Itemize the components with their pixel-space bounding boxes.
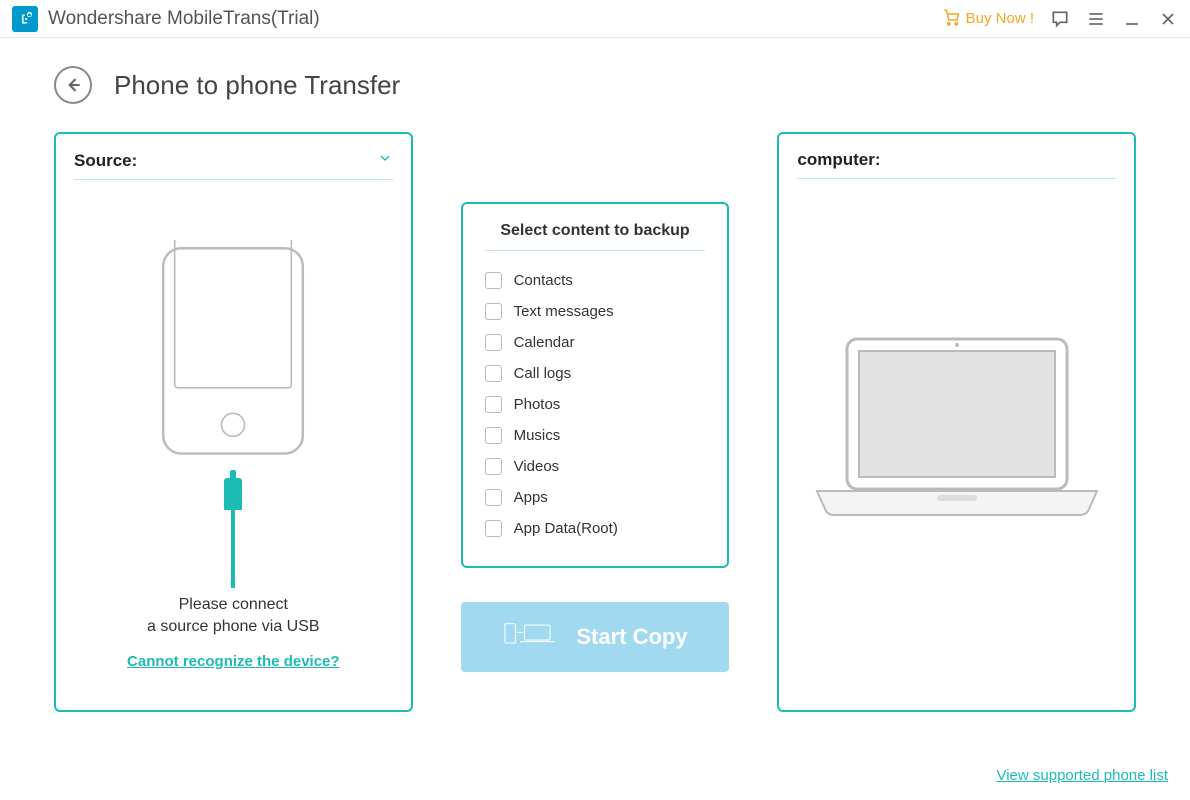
checkbox-musics[interactable]: [485, 427, 502, 444]
cart-icon: [942, 8, 960, 30]
phone-to-computer-icon: [502, 619, 562, 655]
destination-label: computer:: [797, 150, 880, 170]
titlebar: Wondershare MobileTrans(Trial) Buy Now !: [0, 0, 1190, 38]
destination-panel: computer:: [777, 132, 1136, 712]
source-dropdown-icon[interactable]: [377, 150, 393, 171]
feedback-icon[interactable]: [1050, 9, 1070, 29]
checkbox-label: Text messages: [514, 303, 614, 320]
menu-icon[interactable]: [1086, 9, 1106, 29]
checkbox-row-musics[interactable]: Musics: [485, 420, 706, 451]
buy-now-label: Buy Now !: [966, 10, 1034, 27]
checkbox-photos[interactable]: [485, 396, 502, 413]
phone-graphic-icon: [138, 240, 328, 470]
checkbox-row-videos[interactable]: Videos: [485, 451, 706, 482]
page-header: Phone to phone Transfer: [0, 38, 1190, 122]
source-panel: Source: Please connect a source phone vi…: [54, 132, 413, 712]
checkbox-row-call-logs[interactable]: Call logs: [485, 358, 706, 389]
checkbox-row-text-messages[interactable]: Text messages: [485, 296, 706, 327]
source-label: Source:: [74, 151, 137, 171]
start-copy-button[interactable]: Start Copy: [461, 602, 730, 672]
checkbox-row-contacts[interactable]: Contacts: [485, 265, 706, 296]
app-title: Wondershare MobileTrans(Trial): [48, 8, 320, 30]
checkbox-label: Contacts: [514, 272, 573, 289]
checkbox-calendar[interactable]: [485, 334, 502, 351]
checkbox-row-calendar[interactable]: Calendar: [485, 327, 706, 358]
minimize-icon[interactable]: [1122, 9, 1142, 29]
checkbox-label: Apps: [514, 489, 548, 506]
usb-cable-icon: [74, 478, 393, 588]
content-select-title: Select content to backup: [485, 222, 706, 251]
connect-message: Please connect a source phone via USB: [74, 594, 393, 639]
checkbox-label: Musics: [514, 427, 561, 444]
content-select-box: Select content to backup Contacts Text m…: [461, 202, 730, 568]
connect-line2: a source phone via USB: [74, 616, 393, 638]
checkbox-row-app-data[interactable]: App Data(Root): [485, 513, 706, 544]
checkbox-contacts[interactable]: [485, 272, 502, 289]
back-button[interactable]: [54, 66, 92, 104]
middle-column: Select content to backup Contacts Text m…: [461, 202, 730, 672]
start-copy-label: Start Copy: [576, 624, 687, 650]
supported-phone-list-link[interactable]: View supported phone list: [996, 767, 1168, 784]
checkbox-videos[interactable]: [485, 458, 502, 475]
checkbox-text-messages[interactable]: [485, 303, 502, 320]
checkbox-row-apps[interactable]: Apps: [485, 482, 706, 513]
close-icon[interactable]: [1158, 9, 1178, 29]
checkbox-label: Photos: [514, 396, 561, 413]
buy-now-link[interactable]: Buy Now !: [942, 8, 1034, 30]
checkbox-label: Calendar: [514, 334, 575, 351]
laptop-graphic-icon: [797, 329, 1116, 529]
main-area: Source: Please connect a source phone vi…: [0, 122, 1190, 712]
checkbox-call-logs[interactable]: [485, 365, 502, 382]
page-title: Phone to phone Transfer: [114, 70, 400, 101]
checkbox-label: Call logs: [514, 365, 572, 382]
checkbox-label: App Data(Root): [514, 520, 618, 537]
checkbox-row-photos[interactable]: Photos: [485, 389, 706, 420]
checkbox-label: Videos: [514, 458, 560, 475]
cannot-recognize-link[interactable]: Cannot recognize the device?: [74, 653, 393, 670]
checkbox-app-data[interactable]: [485, 520, 502, 537]
app-logo-icon: [12, 6, 38, 32]
checkbox-apps[interactable]: [485, 489, 502, 506]
connect-line1: Please connect: [74, 594, 393, 616]
